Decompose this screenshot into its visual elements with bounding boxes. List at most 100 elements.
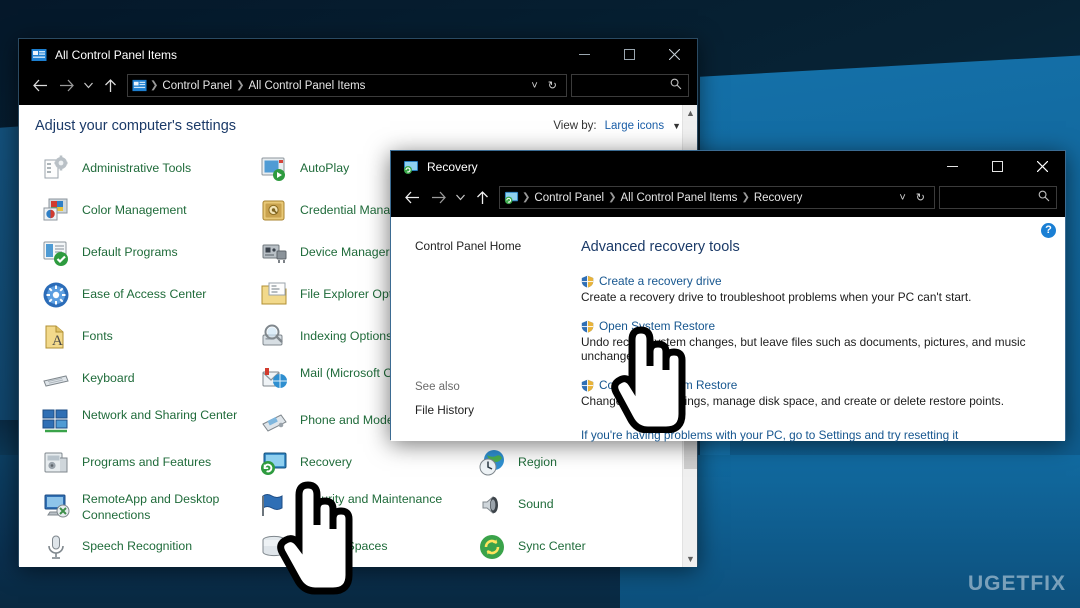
refresh-icon[interactable]: ↻ (543, 79, 562, 92)
recovery-address-bar[interactable]: ❯ Control Panel ❯ All Control Panel Item… (499, 186, 935, 209)
chevron-down-icon[interactable]: ▼ (672, 121, 681, 131)
cp-item-network-and-sharing-center[interactable]: Network and Sharing Center (41, 403, 259, 445)
control-panel-search-input[interactable] (571, 74, 689, 97)
breadcrumb-separator: ❯ (741, 192, 750, 203)
reset-pc-link[interactable]: If you're having problems with your PC, … (581, 428, 1049, 442)
breadcrumb-all-items[interactable]: All Control Panel Items (245, 80, 368, 92)
cp-item-sound[interactable]: Sound (477, 487, 695, 529)
cp-item-label: Administrative Tools (82, 161, 192, 175)
control-panel-header: Adjust your computer's settings View by:… (19, 105, 697, 147)
recovery-task-link[interactable]: Configure System Restore (599, 378, 737, 392)
control-panel-title: All Control Panel Items (55, 47, 178, 62)
region-icon (477, 448, 507, 478)
control-panel-toolbar[interactable]: ❯ Control Panel ❯ All Control Panel Item… (19, 70, 697, 105)
cp-item-programs-and-features[interactable]: Programs and Features (41, 445, 259, 487)
cp-item-storage-spaces[interactable]: Storage Spaces (259, 529, 477, 567)
cp-item-speech-recognition[interactable]: Speech Recognition (41, 529, 259, 567)
cp-item-color-management[interactable]: Color Management (41, 193, 259, 235)
shield-icon (581, 320, 594, 333)
scroll-up-arrow-icon[interactable]: ▲ (683, 105, 697, 121)
recovery-search-input[interactable] (939, 186, 1057, 209)
up-arrow-icon[interactable] (97, 73, 123, 99)
cp-item-label: Phone and Modem (300, 413, 404, 427)
breadcrumb-all-items[interactable]: All Control Panel Items (617, 192, 740, 204)
recovery-titlebar[interactable]: Recovery (391, 151, 1065, 182)
breadcrumb-recovery[interactable]: Recovery (751, 192, 806, 204)
view-by-value[interactable]: Large icons (605, 120, 664, 132)
address-chevron-down-icon[interactable]: ˅ (894, 192, 910, 204)
cp-item-label: Network and Sharing Center (82, 408, 238, 422)
control-panel-address-bar[interactable]: ❯ Control Panel ❯ All Control Panel Item… (127, 74, 567, 97)
cp-item-ease-of-access-center[interactable]: Ease of Access Center (41, 277, 259, 319)
breadcrumb-control-panel[interactable]: Control Panel (531, 192, 607, 204)
breadcrumb-separator: ❯ (608, 192, 617, 203)
recovery-task-link-row[interactable]: Create a recovery drive (581, 274, 1049, 288)
close-button[interactable] (652, 39, 697, 70)
site-watermark: UGETFIX (967, 572, 1066, 595)
address-chevron-down-icon[interactable]: ˅ (526, 80, 542, 92)
recovery-toolbar[interactable]: ❯ Control Panel ❯ All Control Panel Item… (391, 182, 1065, 217)
help-icon[interactable]: ? (1041, 223, 1056, 238)
minimize-button[interactable] (930, 151, 975, 182)
default-programs-icon (41, 238, 71, 268)
cp-item-sync-center[interactable]: Sync Center (477, 529, 695, 567)
recovery-window[interactable]: Recovery ❯ Control Panel ❯ All Control P… (390, 150, 1066, 442)
recovery-task-description: Create a recovery drive to troubleshoot … (581, 290, 972, 304)
view-by-control[interactable]: View by: Large icons ▼ (553, 120, 681, 132)
cp-item-label: RemoteApp and Desktop Connections (82, 492, 220, 522)
recovery-task-link[interactable]: Create a recovery drive (599, 274, 722, 288)
cp-item-remoteapp-and-desktop-connections[interactable]: RemoteApp and Desktop Connections (41, 487, 259, 529)
refresh-icon[interactable]: ↻ (911, 191, 930, 204)
breadcrumb-control-panel[interactable]: Control Panel (159, 80, 235, 92)
cp-item-region[interactable]: Region (477, 445, 695, 487)
shield-icon (581, 275, 594, 288)
back-arrow-icon[interactable] (399, 185, 425, 211)
recovery-task: Configure System Restore Change restore s… (581, 378, 1049, 408)
cp-item-default-programs[interactable]: Default Programs (41, 235, 259, 277)
cp-item-label: Color Management (82, 203, 187, 217)
address-control-panel-icon (132, 78, 147, 93)
keyboard-icon (41, 364, 71, 394)
cp-item-security-and-maintenance[interactable]: Security and Maintenance (259, 487, 477, 529)
recovery-body: ? Control Panel Home See also File Histo… (391, 217, 1065, 442)
cp-item-keyboard[interactable]: Keyboard (41, 361, 259, 403)
recovery-task-link[interactable]: Open System Restore (599, 319, 715, 333)
cp-item-label: Fonts (82, 329, 113, 343)
cp-item-label: Ease of Access Center (82, 287, 207, 301)
view-by-label: View by: (553, 120, 597, 132)
cp-item-administrative-tools[interactable]: Administrative Tools (41, 151, 259, 193)
cp-item-label: Default Programs (82, 245, 178, 259)
back-arrow-icon[interactable] (27, 73, 53, 99)
control-panel-icon (31, 47, 47, 63)
recovery-window-controls[interactable] (930, 151, 1065, 182)
up-arrow-icon[interactable] (469, 185, 495, 211)
maximize-button[interactable] (607, 39, 652, 70)
breadcrumb-separator: ❯ (522, 192, 531, 203)
cp-item-label: Sound (518, 497, 554, 511)
autoplay-icon (259, 154, 289, 184)
scroll-down-arrow-icon[interactable]: ▼ (683, 551, 697, 567)
recovery-title: Recovery (427, 159, 478, 174)
cp-item-label: Speech Recognition (82, 539, 193, 553)
close-button[interactable] (1020, 151, 1065, 182)
search-icon (1038, 189, 1050, 207)
recovery-sidebar: Control Panel Home See also File History (391, 217, 581, 441)
history-chevron-down-icon[interactable] (451, 185, 469, 211)
recovery-task-link-row[interactable]: Configure System Restore (581, 378, 1049, 392)
history-chevron-down-icon[interactable] (79, 73, 97, 99)
cp-item-label: Security and Maintenance (300, 492, 443, 506)
forward-arrow-icon[interactable] (425, 185, 451, 211)
forward-arrow-icon[interactable] (53, 73, 79, 99)
cp-item-fonts[interactable]: A Fonts (41, 319, 259, 361)
sidebar-item-control-panel-home[interactable]: Control Panel Home (415, 239, 581, 253)
sidebar-item-file-history[interactable]: File History (415, 403, 581, 417)
credential-manager-icon (259, 196, 289, 226)
maximize-button[interactable] (975, 151, 1020, 182)
control-panel-window-controls[interactable] (562, 39, 697, 70)
recovery-task-link-row[interactable]: Open System Restore (581, 319, 1049, 333)
cp-item-recovery[interactable]: Recovery (259, 445, 477, 487)
sync-center-icon (477, 532, 507, 562)
minimize-button[interactable] (562, 39, 607, 70)
control-panel-titlebar[interactable]: All Control Panel Items (19, 39, 697, 70)
security-maintenance-icon (259, 490, 289, 520)
